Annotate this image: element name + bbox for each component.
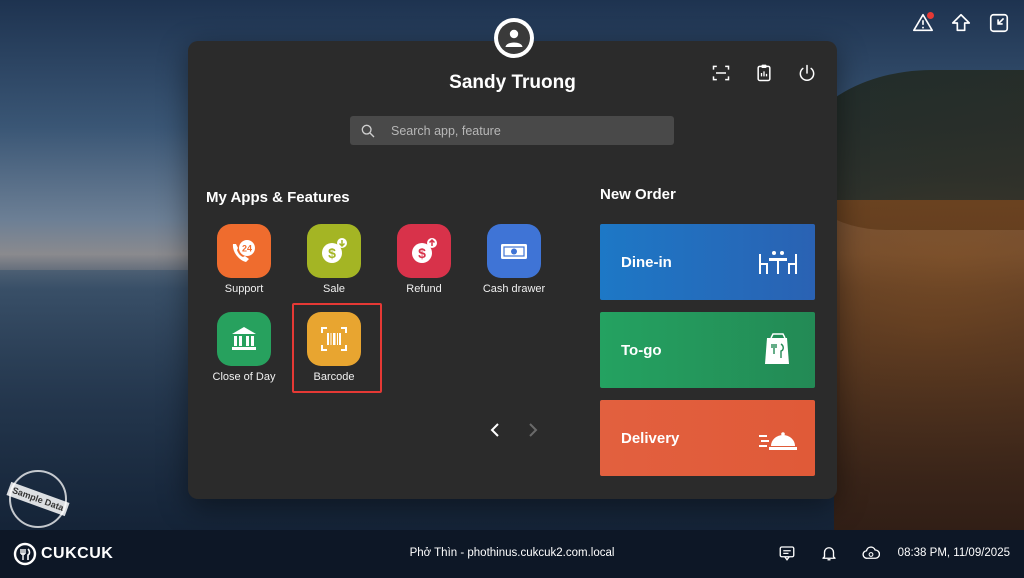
food-cloche-icon <box>759 432 797 450</box>
chevron-right-icon <box>529 423 538 437</box>
search-icon <box>361 124 375 137</box>
prev-page-button[interactable] <box>488 422 502 438</box>
barcode-icon <box>321 327 347 351</box>
app-sale[interactable]: $ Sale <box>294 224 374 304</box>
svg-text:24: 24 <box>242 244 252 254</box>
app-barcode[interactable]: Barcode <box>294 312 374 392</box>
app-close-of-day[interactable]: Close of Day <box>204 312 284 392</box>
app-label: Support <box>224 283 264 295</box>
support-24-icon: 24 <box>232 240 255 262</box>
main-panel: Sandy Truong My Apps & Features 24 Suppo… <box>188 18 837 499</box>
power-icon <box>799 64 815 82</box>
messages-button[interactable] <box>778 544 796 562</box>
cloud-sync-icon <box>862 546 881 559</box>
cloud-sync-button[interactable] <box>862 544 881 562</box>
scan-icon <box>712 65 730 81</box>
apps-section-title: My Apps & Features <box>206 189 350 206</box>
app-icon-bg: 24 <box>217 224 271 278</box>
app-support[interactable]: 24 Support <box>204 224 284 304</box>
avatar[interactable] <box>494 18 534 58</box>
to-go-label: To-go <box>621 341 662 359</box>
svg-text:$: $ <box>418 245 426 261</box>
sample-data-label: Sample Data <box>6 481 70 517</box>
app-refund[interactable]: $ Refund <box>384 224 464 304</box>
sample-data-stamp: Sample Data <box>6 470 70 528</box>
notifications-button[interactable] <box>820 544 838 562</box>
app-icon-bg <box>487 224 541 278</box>
app-label: Sale <box>322 283 346 295</box>
message-icon <box>779 546 795 561</box>
app-label: Barcode <box>313 371 355 383</box>
apps-pager <box>488 422 540 438</box>
cash-drawer-icon <box>501 244 527 259</box>
bank-icon <box>232 327 256 350</box>
svg-text:$: $ <box>328 245 336 261</box>
search-input[interactable] <box>391 123 674 138</box>
user-icon <box>505 29 523 47</box>
power-button[interactable] <box>797 63 817 83</box>
chevron-left-icon <box>490 423 499 437</box>
app-cash-drawer[interactable]: Cash drawer <box>474 224 554 304</box>
new-order-title: New Order <box>600 186 676 203</box>
sale-coin-icon: $ <box>322 238 347 263</box>
app-label: Cash drawer <box>482 283 546 295</box>
background-restaurant-deck <box>834 200 1024 530</box>
to-go-button[interactable]: To-go <box>600 312 815 388</box>
warning-button[interactable] <box>912 12 934 34</box>
refund-coin-icon: $ <box>412 238 437 263</box>
dining-table-icon <box>759 251 797 274</box>
app-icon-bg: $ <box>307 224 361 278</box>
app-label: Refund <box>406 283 442 295</box>
system-toolbar <box>912 12 1010 34</box>
app-icon-bg <box>217 312 271 366</box>
clipboard-icon <box>757 64 771 82</box>
exit-fullscreen-button[interactable] <box>988 12 1010 34</box>
scan-button[interactable] <box>711 63 731 83</box>
arrow-up-icon <box>951 13 971 32</box>
takeaway-bag-icon <box>765 333 789 364</box>
bell-icon <box>822 547 836 561</box>
date-time: 08:38 PM, 11/09/2025 <box>897 547 1010 559</box>
upload-button[interactable] <box>950 12 972 34</box>
delivery-label: Delivery <box>621 429 680 447</box>
app-icon-bg <box>307 312 361 366</box>
dine-in-label: Dine-in <box>621 253 672 271</box>
clipboard-button[interactable] <box>754 63 774 83</box>
app-icon-bg: $ <box>397 224 451 278</box>
exit-fullscreen-icon <box>989 13 1009 33</box>
panel-actions <box>711 63 817 83</box>
footer-bar: CUKCUK Phở Thìn - phothinus.cukcuk2.com.… <box>0 530 1024 578</box>
dine-in-button[interactable]: Dine-in <box>600 224 815 300</box>
footer-icons <box>778 544 881 562</box>
delivery-button[interactable]: Delivery <box>600 400 815 476</box>
search-box <box>350 116 674 145</box>
app-label: Close of Day <box>212 371 276 383</box>
alert-dot <box>927 12 934 19</box>
next-page-button[interactable] <box>526 422 540 438</box>
